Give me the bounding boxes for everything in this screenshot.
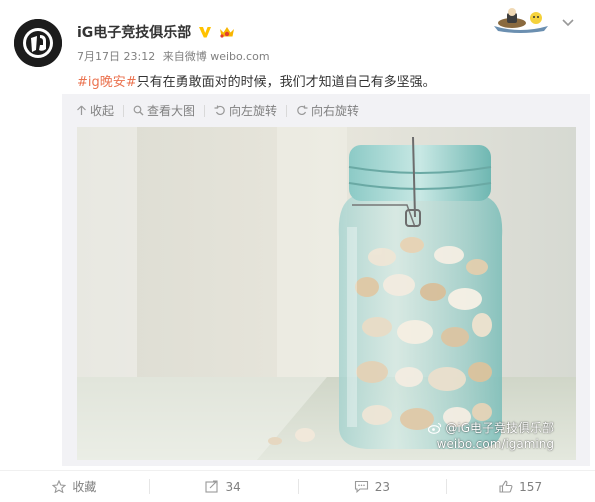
rotate-right-icon: [297, 105, 308, 116]
like-button[interactable]: 157: [446, 471, 595, 502]
post-text: #ig晚安#只有在勇敢面对的时候，我们才知道自己有多坚强。: [77, 71, 436, 90]
post-photo[interactable]: @iG电子竞技俱乐部 weibo.com/igaming: [77, 127, 576, 460]
star-icon: [52, 480, 67, 493]
collapse-arrow-icon: [77, 105, 86, 115]
author-name[interactable]: iG电子竞技俱乐部: [77, 22, 191, 42]
magnify-icon: [133, 105, 144, 116]
view-large-button[interactable]: 查看大图: [133, 102, 195, 119]
watermark-handle: @iG电子竞技俱乐部: [445, 421, 554, 435]
post-source[interactable]: 微博 weibo.com: [185, 50, 270, 63]
more-options-icon[interactable]: [560, 16, 576, 30]
author-row: iG电子竞技俱乐部: [77, 22, 236, 42]
toolbar-divider: [286, 104, 288, 117]
post-actions: 收藏 34 23 157: [0, 470, 595, 502]
view-large-label: 查看大图: [147, 104, 196, 118]
thumbs-up-icon: [499, 480, 513, 493]
rotate-left-icon: [214, 105, 225, 116]
comment-button[interactable]: 23: [297, 471, 447, 502]
seashell-jar-image: [77, 127, 576, 460]
favorite-button[interactable]: 收藏: [0, 471, 149, 502]
image-watermark: @iG电子竞技俱乐部 weibo.com/igaming: [428, 420, 554, 452]
collapse-label: 收起: [90, 104, 115, 118]
member-crown-icon[interactable]: [218, 25, 236, 39]
topic-link[interactable]: #ig晚安#: [77, 75, 137, 90]
rotate-right-label: 向右旋转: [311, 104, 360, 118]
post-date[interactable]: 7月17日 23:12: [77, 50, 155, 63]
rotate-left-label: 向左旋转: [229, 104, 278, 118]
media-toolbar: 收起 查看大图 向左旋转 向右旋转: [76, 102, 359, 119]
watermark-url: weibo.com/igaming: [436, 437, 554, 451]
toolbar-divider: [123, 104, 125, 117]
ig-logo-icon: [14, 19, 62, 67]
post-meta: 7月17日 23:12 来自微博 weibo.com: [77, 48, 274, 64]
card-decoration-icon: [494, 8, 548, 33]
share-icon: [205, 480, 219, 493]
verified-v-icon[interactable]: [198, 25, 212, 39]
comment-count: 23: [374, 479, 391, 494]
post-body: 只有在勇敢面对的时候，我们才知道自己有多坚强。: [136, 75, 436, 90]
weibo-post-card: iG电子竞技俱乐部 7月17日 23:12 来自微博 weibo.com #ig…: [0, 0, 595, 501]
source-prefix: 来自: [162, 50, 185, 63]
repost-button[interactable]: 34: [148, 471, 298, 502]
favorite-label: 收藏: [72, 480, 97, 494]
author-avatar[interactable]: [14, 19, 62, 67]
weibo-logo-icon: [428, 422, 442, 434]
collapse-button[interactable]: 收起: [76, 102, 114, 119]
toolbar-divider: [204, 104, 206, 117]
rotate-left-button[interactable]: 向左旋转: [214, 102, 277, 119]
repost-count: 34: [225, 479, 241, 494]
comment-icon: [354, 480, 368, 493]
like-count: 157: [519, 479, 543, 494]
rotate-right-button[interactable]: 向右旋转: [296, 102, 359, 119]
